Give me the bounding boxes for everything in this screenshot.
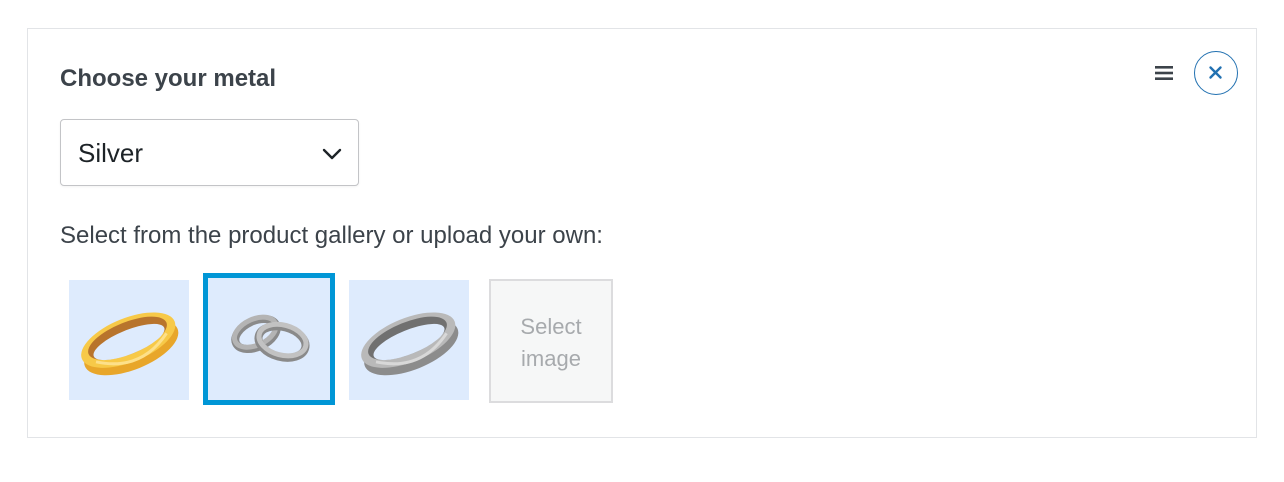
gallery-image-gold-ring[interactable] [69, 280, 189, 400]
silver-ring-icon [361, 312, 459, 376]
gallery-image-silver-ring[interactable] [349, 280, 469, 400]
interlocked-silver-rings-icon [231, 314, 310, 362]
select-image-button[interactable]: Select image [489, 279, 613, 403]
metal-select[interactable]: Silver [60, 119, 359, 186]
gallery-image-interlocked-rings[interactable] [203, 273, 335, 405]
gallery-instructions: Select from the product gallery or uploa… [60, 222, 603, 249]
panel-title: Choose your metal [60, 65, 277, 92]
gold-ring-icon [81, 312, 179, 376]
metal-select-value: Silver [78, 138, 144, 168]
chevron-down-icon [322, 148, 342, 160]
close-icon [1209, 66, 1222, 79]
hamburger-menu-icon[interactable] [1152, 61, 1176, 85]
metal-chooser-panel: Choose your metal Silver Select from the… [27, 28, 1257, 438]
select-image-label: Select image [520, 314, 582, 371]
close-button[interactable] [1194, 51, 1238, 95]
